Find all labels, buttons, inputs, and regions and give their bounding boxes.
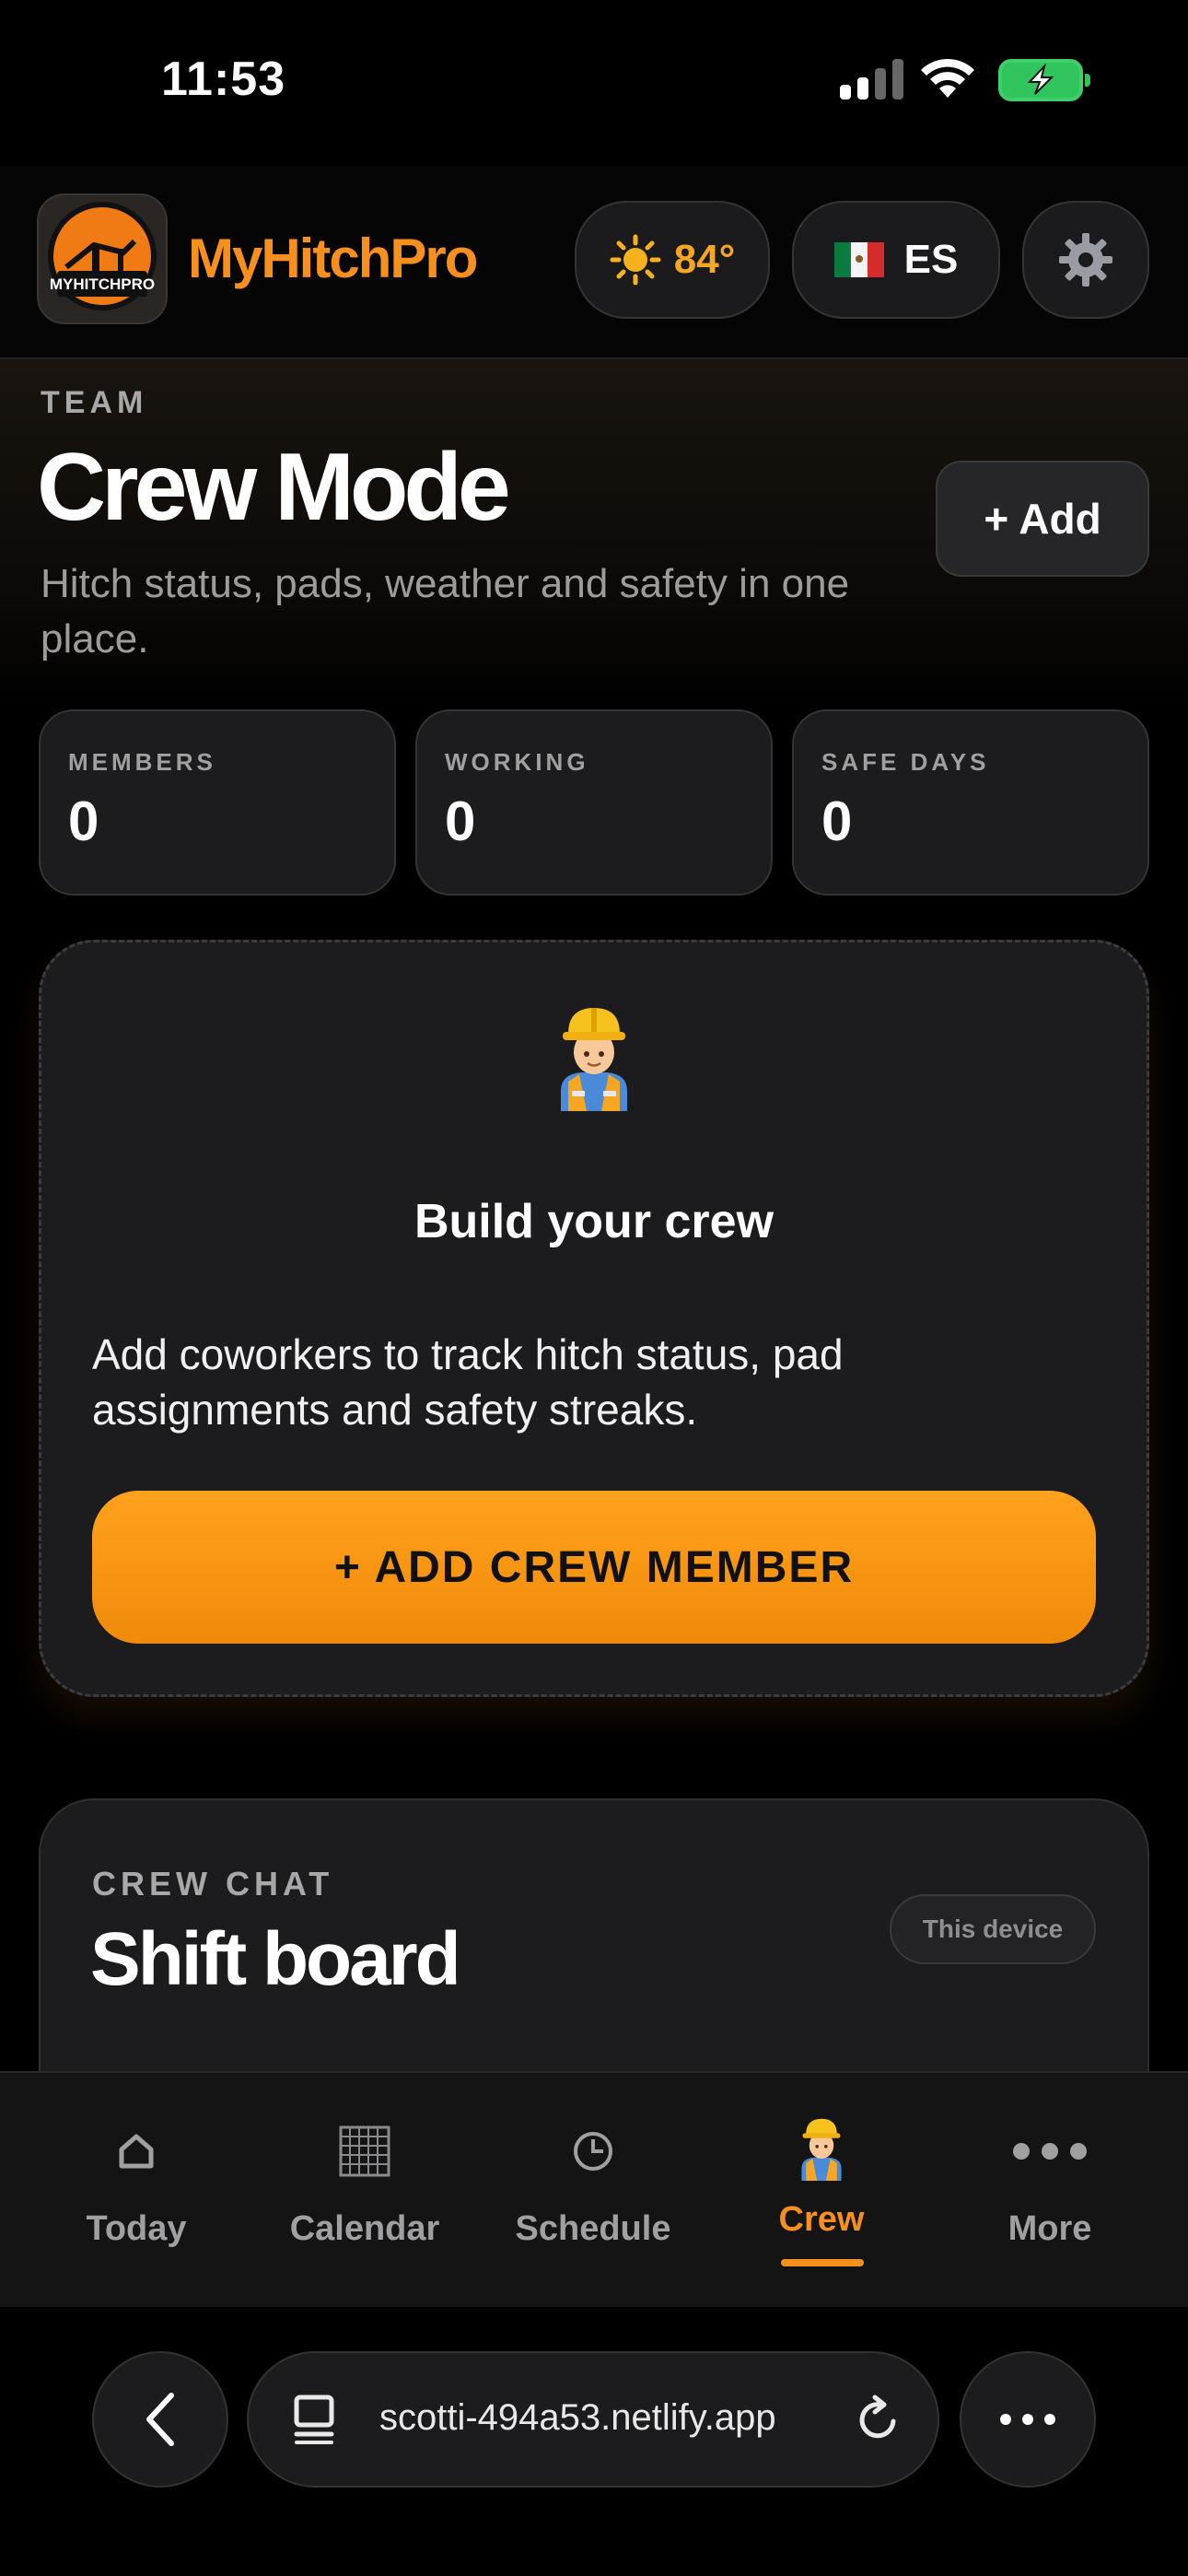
add-crew-member-button[interactable]: + ADD CREW MEMBER <box>92 1491 1096 1644</box>
browser-url-text: scotti-494a53.netlify.app <box>379 2397 776 2438</box>
tab-label: Schedule <box>515 2209 671 2248</box>
chat-eyebrow: CREW CHAT <box>92 1865 334 1903</box>
stat-label: MEMBERS <box>68 748 216 776</box>
language-code: ES <box>903 237 959 282</box>
construction-worker-icon <box>801 2118 842 2181</box>
weather-temp: 84° <box>673 237 736 282</box>
stat-value: 0 <box>445 790 476 852</box>
device-badge: This device <box>890 1894 1096 1964</box>
app-logo[interactable]: MYHITCHPRO <box>37 193 168 324</box>
active-tab-indicator <box>781 2259 864 2266</box>
status-time: 11:53 <box>161 53 286 106</box>
tab-label: More <box>1007 2209 1092 2248</box>
empty-state-title: Build your crew <box>413 1195 775 1248</box>
clock-icon <box>574 2132 612 2171</box>
settings-button[interactable] <box>1022 201 1149 319</box>
chevron-left-icon <box>146 2393 174 2446</box>
stat-members: MEMBERS 0 <box>39 709 396 896</box>
page-title: Crew Mode <box>37 434 511 541</box>
home-icon <box>119 2134 154 2169</box>
tab-more[interactable]: More <box>958 2119 1142 2249</box>
stat-value: 0 <box>821 790 853 852</box>
app-name: MyHitchPro <box>188 228 478 289</box>
wifi-icon <box>921 58 974 98</box>
tab-label: Today <box>86 2209 187 2248</box>
tab-schedule[interactable]: Schedule <box>501 2119 685 2249</box>
construction-worker-icon <box>561 1008 627 1111</box>
page-subtitle: Hitch status, pads, weather and safety i… <box>41 561 850 662</box>
empty-state-text: Add coworkers to track hitch status, pad… <box>92 1330 844 1434</box>
mexico-flag-icon <box>833 242 884 277</box>
stat-safe-days: SAFE DAYS 0 <box>792 709 1149 896</box>
stat-value: 0 <box>68 790 99 852</box>
more-dots-icon <box>1013 2143 1087 2160</box>
language-pill[interactable]: ES <box>792 201 1000 319</box>
section-eyebrow: TEAM <box>41 385 148 420</box>
tab-calendar[interactable]: Calendar <box>273 2119 457 2249</box>
browser-menu-button[interactable] <box>960 2351 1096 2488</box>
add-button[interactable]: + Add <box>936 461 1149 577</box>
stat-label: WORKING <box>445 748 589 776</box>
sun-icon <box>610 234 661 286</box>
gear-icon <box>1059 233 1112 287</box>
cellular-signal-icon <box>840 59 904 100</box>
reload-icon[interactable] <box>855 2394 903 2445</box>
logo-text: MYHITCHPRO <box>50 275 155 293</box>
stat-working: WORKING 0 <box>415 709 773 896</box>
tab-label: Crew <box>778 2200 865 2239</box>
tab-crew[interactable]: Crew <box>729 2115 914 2240</box>
calendar-grid-icon <box>339 2125 390 2177</box>
more-dots-icon <box>1000 2414 1055 2425</box>
tab-label: Calendar <box>289 2209 440 2248</box>
stat-label: SAFE DAYS <box>821 748 990 776</box>
chat-title: Shift board <box>90 1917 461 2001</box>
weather-pill[interactable]: 84° <box>575 201 770 319</box>
tab-today[interactable]: Today <box>44 2119 228 2249</box>
battery-charging-icon <box>998 59 1090 101</box>
tab-overview-icon[interactable] <box>293 2394 335 2445</box>
browser-back-button[interactable] <box>92 2351 228 2488</box>
